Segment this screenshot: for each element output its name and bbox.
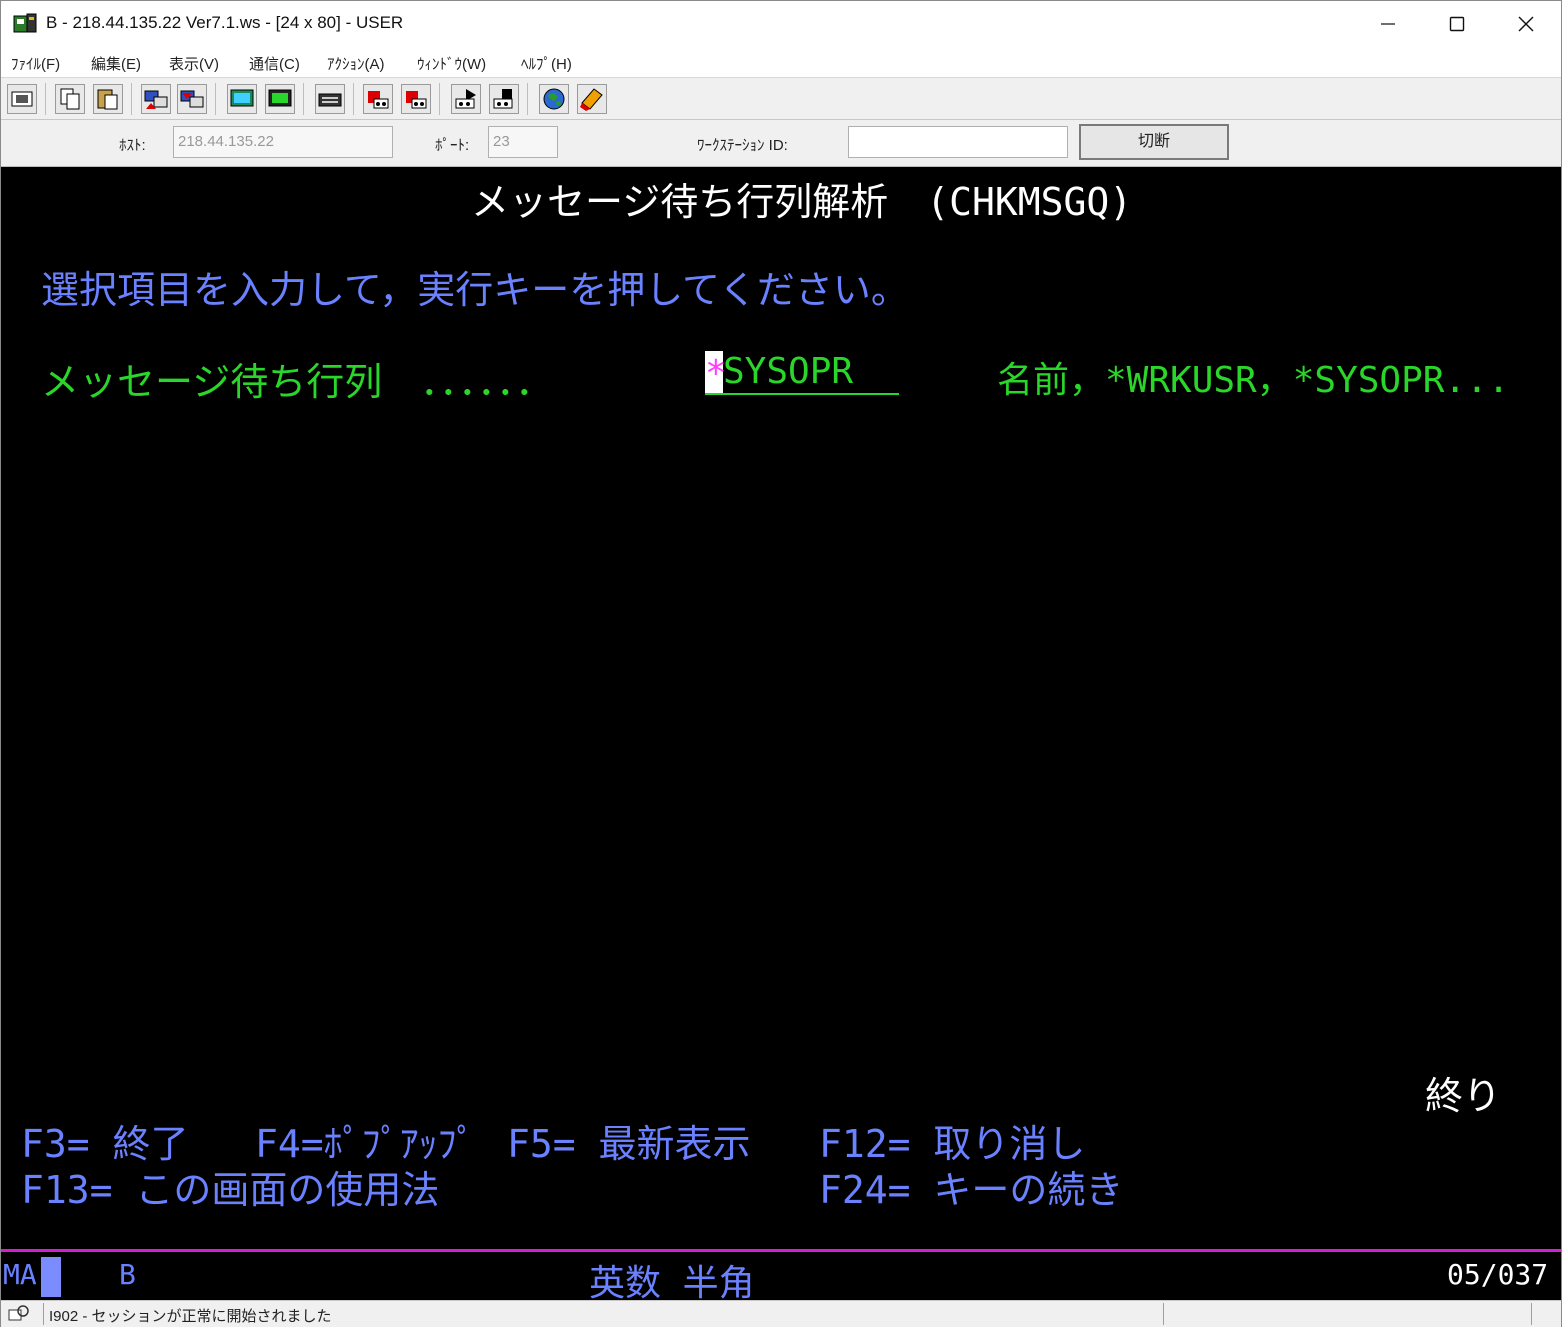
- cursor-position: 05/037: [1447, 1258, 1549, 1291]
- copy-icon: [60, 88, 80, 110]
- window-title: B - 218.44.135.22 Ver7.1.ws - [24 x 80] …: [46, 13, 404, 32]
- message-queue-hint: 名前，*WRKUSR，*SYSOPR...: [997, 360, 1510, 401]
- display-icon: [268, 89, 292, 107]
- menu-view[interactable]: 表示(V): [169, 53, 219, 74]
- workstation-id-input[interactable]: [848, 126, 1068, 158]
- maximize-button[interactable]: [1422, 1, 1492, 47]
- macro-play-button[interactable]: [451, 84, 481, 114]
- macro-pause-button[interactable]: [489, 84, 519, 114]
- send-file-icon: [144, 90, 168, 109]
- close-button[interactable]: [1491, 1, 1561, 47]
- close-icon: [1518, 16, 1534, 32]
- f5-key-label[interactable]: F5= 最新表示: [507, 1113, 751, 1168]
- copy-button[interactable]: [55, 84, 85, 114]
- paste-button[interactable]: [93, 84, 123, 114]
- message-queue-input[interactable]: SYSOPR: [723, 351, 853, 392]
- menu-window[interactable]: ｳｨﾝﾄﾞｳ(W): [417, 53, 486, 74]
- f13-key-label[interactable]: F13= この画面の使用法: [21, 1159, 439, 1214]
- workstation-id-label: ﾜｰｸｽﾃｰｼｮﾝ ID:: [697, 137, 788, 154]
- receive-file-icon: [180, 90, 204, 108]
- color-settings-button[interactable]: [265, 84, 295, 114]
- display-icon: [230, 89, 254, 107]
- menu-file[interactable]: ﾌｧｲﾙ(F): [11, 53, 60, 74]
- minimize-button[interactable]: [1353, 1, 1423, 47]
- end-marker: 終り: [1425, 1074, 1502, 1118]
- emulator-window: B - 218.44.135.22 Ver7.1.ws - [24 x 80] …: [0, 0, 1562, 1327]
- stop-icon: [406, 91, 427, 109]
- session-indicator: B: [119, 1258, 136, 1291]
- input-mode-indicator: 英数 半角: [589, 1263, 755, 1304]
- port-input[interactable]: 23: [488, 126, 558, 158]
- print-screen-icon: [11, 91, 33, 107]
- status-message: I902 - セッションが正常に開始されました: [49, 1308, 332, 1325]
- mode-indicator: MA: [3, 1258, 37, 1291]
- menu-bar: ﾌｧｲﾙ(F) 編集(E) 表示(V) 通信(C) ｱｸｼｮﾝ(A) ｳｨﾝﾄﾞ…: [1, 47, 1561, 78]
- receive-file-button[interactable]: [177, 84, 207, 114]
- app-icon: [13, 13, 37, 33]
- menu-action[interactable]: ｱｸｼｮﾝ(A): [327, 53, 385, 74]
- help-button[interactable]: [577, 84, 607, 114]
- record-icon: [368, 91, 389, 109]
- screen-title: メッセージ待ち行列解析 (CHKMSGQ): [471, 180, 1133, 224]
- macro-icon: [493, 89, 513, 109]
- terminal-screen[interactable]: メッセージ待ち行列解析 (CHKMSGQ) 選択項目を入力して，実行キーを押して…: [1, 167, 1561, 1249]
- keyboard-icon: [318, 93, 342, 107]
- menu-edit[interactable]: 編集(E): [91, 53, 141, 74]
- message-queue-label: メッセージ待ち行列 ．．．．．．: [41, 360, 554, 404]
- connection-bar: ﾎｽﾄ: 218.44.135.22 ﾎﾟｰﾄ: 23 ﾜｰｸｽﾃｰｼｮﾝ ID…: [1, 120, 1561, 167]
- operator-status-line: MA B 英数 半角 05/037: [1, 1252, 1561, 1304]
- f24-key-label[interactable]: F24= キーの続き: [819, 1159, 1123, 1214]
- menu-help[interactable]: ﾍﾙﾌﾟ(H): [521, 53, 572, 74]
- title-bar: B - 218.44.135.22 Ver7.1.ws - [24 x 80] …: [1, 1, 1561, 47]
- bottom-status-bar: I902 - セッションが正常に開始されました: [1, 1300, 1561, 1327]
- host-input[interactable]: 218.44.135.22: [173, 126, 393, 158]
- disconnect-button[interactable]: 切断: [1079, 124, 1229, 160]
- status-icon: [8, 1305, 29, 1321]
- maximize-icon: [1449, 16, 1465, 32]
- keyboard-button[interactable]: [315, 84, 345, 114]
- web-icon: [543, 88, 565, 110]
- macro-record-button[interactable]: [363, 84, 393, 114]
- macro-stop-button[interactable]: [401, 84, 431, 114]
- play-icon: [455, 89, 476, 109]
- mode-cursor-block: [41, 1257, 61, 1297]
- port-label: ﾎﾟｰﾄ:: [435, 137, 470, 154]
- menu-communication[interactable]: 通信(C): [249, 53, 300, 74]
- print-screen-button[interactable]: [7, 84, 37, 114]
- help-icon: [580, 88, 603, 111]
- instruction-text: 選択項目を入力して，実行キーを押してください。: [41, 268, 909, 312]
- paste-icon: [97, 89, 118, 110]
- minimize-icon: [1381, 23, 1395, 25]
- display-settings-button[interactable]: [227, 84, 257, 114]
- toolbar: [1, 79, 1561, 120]
- send-file-button[interactable]: [141, 84, 171, 114]
- web-button[interactable]: [539, 84, 569, 114]
- host-label: ﾎｽﾄ:: [119, 137, 146, 154]
